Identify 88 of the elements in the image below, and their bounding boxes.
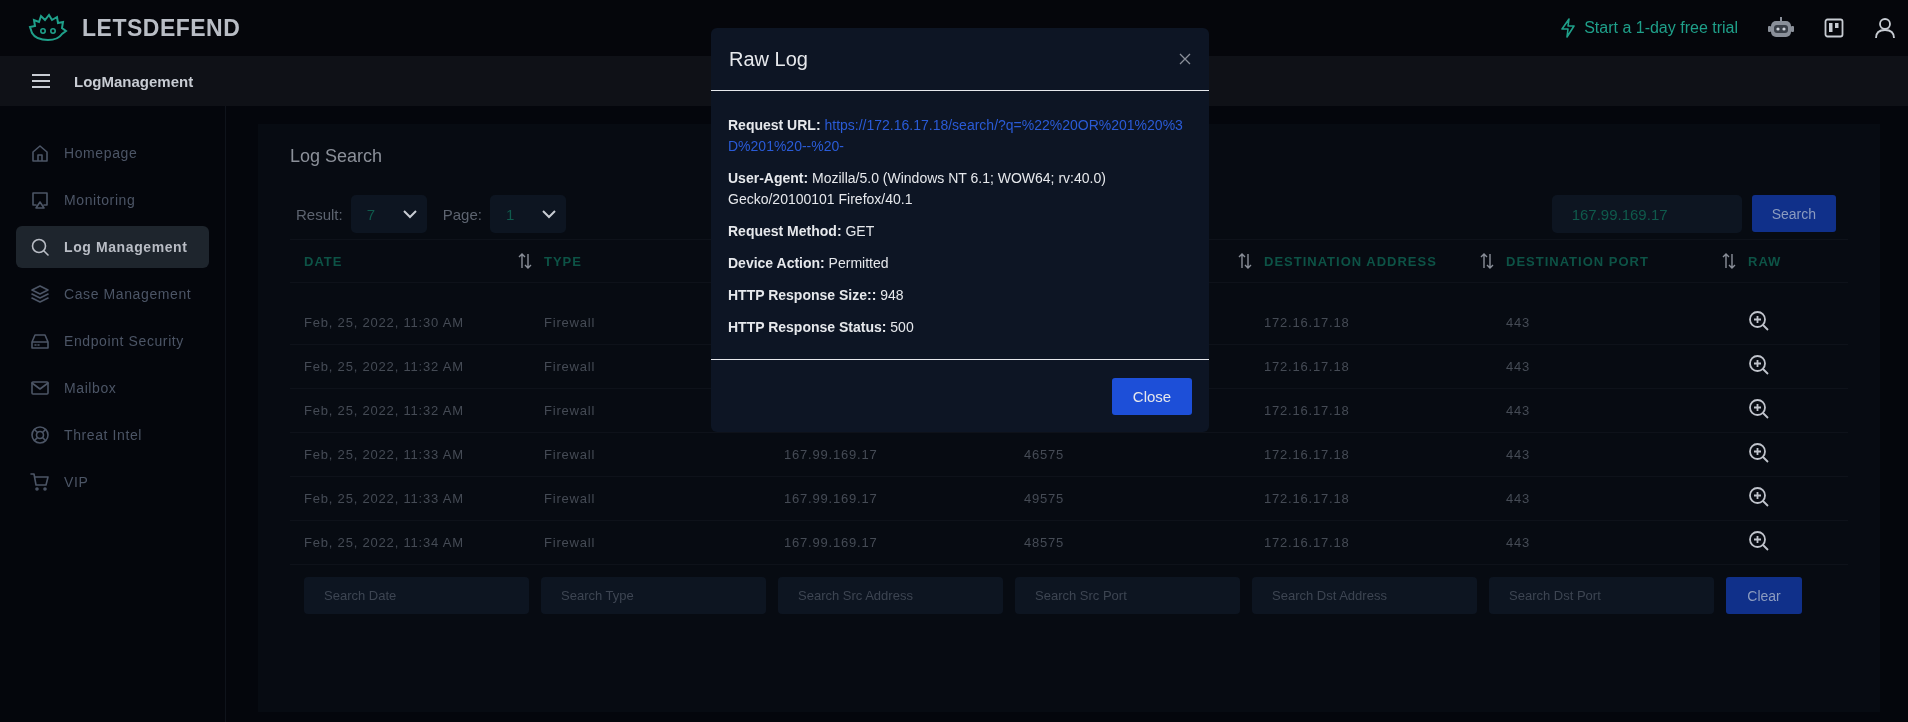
- column-header: DATE: [304, 253, 343, 269]
- sidebar-item[interactable]: Endpoint Security: [16, 320, 209, 362]
- chevron-down-icon: [541, 209, 556, 219]
- page-title: LogManagement: [74, 72, 194, 90]
- table-cell: 172.16.17.18: [1264, 403, 1350, 418]
- zoom-in-icon[interactable]: [1748, 486, 1770, 508]
- column-header: DESTINATION ADDRESS: [1264, 253, 1437, 269]
- column-header: DESTINATION PORT: [1506, 253, 1649, 269]
- table-cell: 443: [1506, 315, 1531, 330]
- request-url-field: Request URL: https://172.16.17.18/search/?q=%22%20OR%201%20%3D%201%20--%20-: [728, 115, 1192, 157]
- search-icon: [30, 237, 50, 257]
- table-cell: 172.16.17.18: [1264, 315, 1350, 330]
- sort-icon[interactable]: [1480, 253, 1494, 269]
- sort-icon[interactable]: [1238, 253, 1252, 269]
- sidebar-item[interactable]: Monitoring: [16, 179, 209, 221]
- table-cell: Feb, 25, 2022, 11:32 AM: [304, 403, 464, 418]
- zoom-in-icon[interactable]: [1748, 310, 1770, 332]
- table-cell: Firewall: [544, 403, 596, 418]
- table-cell: Feb, 25, 2022, 11:32 AM: [304, 359, 464, 374]
- table-cell: 172.16.17.18: [1264, 535, 1350, 550]
- table-cell: Firewall: [544, 359, 596, 374]
- lifebuoy-icon: [30, 425, 50, 445]
- table-cell: Feb, 25, 2022, 11:33 AM: [304, 491, 464, 506]
- clear-button[interactable]: Clear: [1726, 577, 1802, 614]
- table-cell: Feb, 25, 2022, 11:33 AM: [304, 447, 464, 462]
- table-cell: 167.99.169.17: [784, 447, 878, 462]
- lightning-icon: [1560, 18, 1577, 38]
- user-icon[interactable]: [1874, 17, 1896, 39]
- column-header: TYPE: [544, 253, 582, 269]
- sidebar-item[interactable]: Case Management: [16, 273, 209, 315]
- result-select[interactable]: 7: [350, 195, 427, 233]
- table-cell: 48575: [1024, 535, 1065, 550]
- table-cell: 172.16.17.18: [1264, 447, 1350, 462]
- zoom-in-icon[interactable]: [1748, 442, 1770, 464]
- table-cell: 167.99.169.17: [784, 535, 878, 550]
- sort-icon[interactable]: [1722, 253, 1736, 269]
- zoom-in-icon[interactable]: [1748, 530, 1770, 552]
- table-cell: 46575: [1024, 447, 1065, 462]
- sidebar-item[interactable]: Threat Intel: [16, 414, 209, 456]
- table-cell: Feb, 25, 2022, 11:30 AM: [304, 315, 464, 330]
- log-field: User-Agent: Mozilla/5.0 (Windows NT 6.1; WOW64; rv:40.0) Gecko/20100101 Firefox/40.1: [728, 168, 1192, 210]
- dialog-title: Raw Log: [729, 47, 808, 71]
- table-cell: 443: [1506, 403, 1531, 418]
- search-button[interactable]: Search: [1751, 195, 1836, 232]
- table-cell: 172.16.17.18: [1264, 359, 1350, 374]
- log-field: HTTP Response Status: 500: [728, 317, 1192, 338]
- table-cell: 49575: [1024, 491, 1065, 506]
- sort-icon[interactable]: [518, 253, 532, 269]
- sidebar-item[interactable]: Homepage: [16, 132, 209, 174]
- mail-icon: [30, 378, 50, 398]
- table-cell: Firewall: [544, 535, 596, 550]
- cart-icon: [30, 472, 50, 492]
- column-header: RAW: [1748, 253, 1782, 269]
- board-icon[interactable]: [1824, 18, 1844, 38]
- result-label: Result:: [296, 205, 343, 223]
- table-cell: Firewall: [544, 447, 596, 462]
- log-field: Device Action: Permitted: [728, 253, 1192, 274]
- table-cell: 443: [1506, 447, 1531, 462]
- robot-icon[interactable]: [1768, 16, 1794, 40]
- close-icon[interactable]: [1179, 53, 1191, 65]
- sidebar-item[interactable]: Mailbox: [16, 367, 209, 409]
- close-button[interactable]: Close: [1112, 377, 1192, 415]
- search-field[interactable]: 167.99.169.17: [1551, 195, 1742, 233]
- layers-icon: [30, 284, 50, 304]
- chevron-down-icon: [402, 209, 417, 219]
- table-cell: 443: [1506, 491, 1531, 506]
- table-cell: Firewall: [544, 315, 596, 330]
- log-field: HTTP Response Size:: 948: [728, 285, 1192, 306]
- zoom-in-icon[interactable]: [1748, 398, 1770, 420]
- log-field: Request Method: GET: [728, 221, 1192, 242]
- drive-icon: [30, 331, 50, 351]
- zoom-in-icon[interactable]: [1748, 354, 1770, 376]
- table-cell: 443: [1506, 535, 1531, 550]
- table-cell: Feb, 25, 2022, 11:34 AM: [304, 535, 464, 550]
- hedgehog-logo-icon: [28, 13, 68, 43]
- home-icon: [30, 143, 50, 163]
- free-trial-link[interactable]: Start a 1-day free trial: [1560, 18, 1738, 38]
- menu-icon[interactable]: [32, 74, 50, 88]
- monitor-icon: [30, 190, 50, 210]
- table-cell: 172.16.17.18: [1264, 491, 1350, 506]
- brand-name: LETSDEFEND: [82, 14, 241, 42]
- sidebar-item[interactable]: VIP: [16, 461, 209, 503]
- page-label: Page:: [442, 205, 482, 223]
- table-cell: 167.99.169.17: [784, 491, 878, 506]
- table-cell: Firewall: [544, 491, 596, 506]
- sidebar-item[interactable]: Log Management: [16, 226, 209, 268]
- table-cell: 443: [1506, 359, 1531, 374]
- page-select[interactable]: 1: [489, 195, 566, 233]
